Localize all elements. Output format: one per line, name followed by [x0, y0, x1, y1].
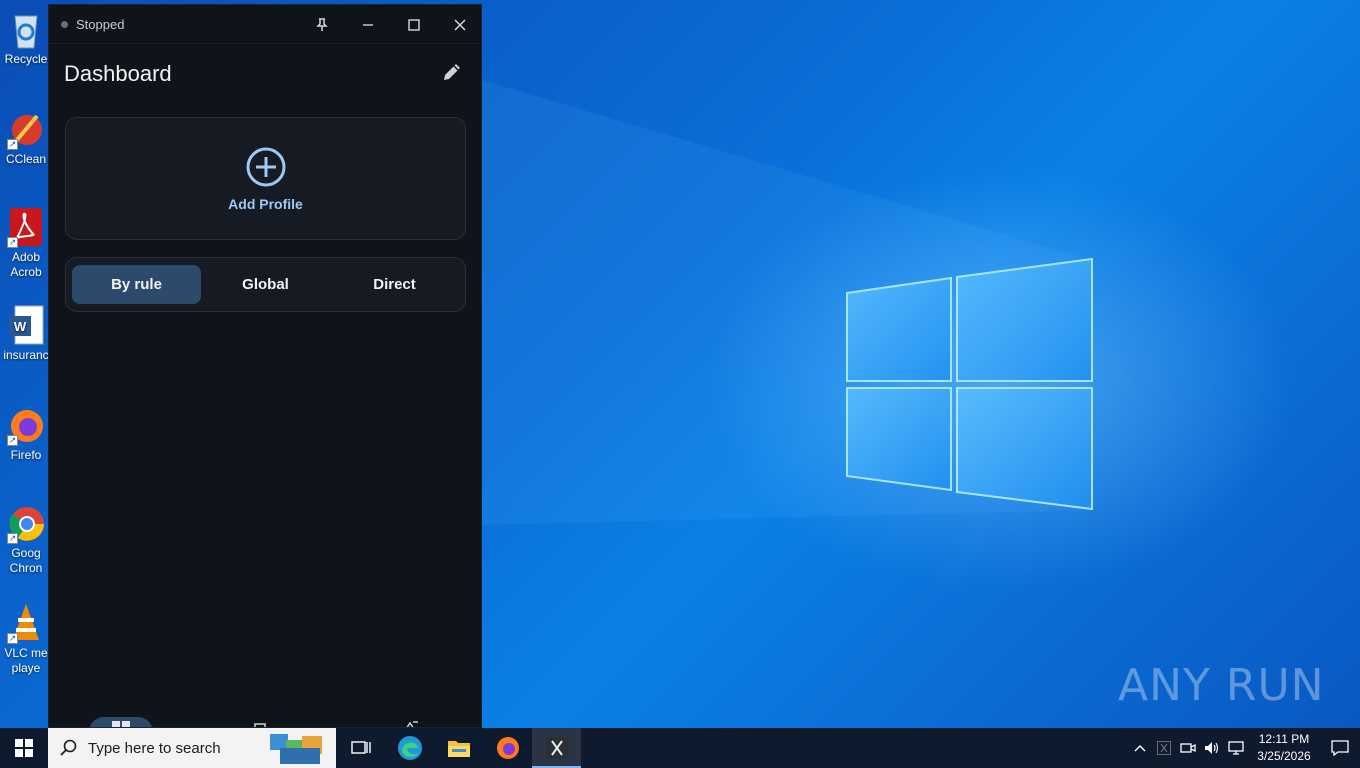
status-dot-icon — [61, 20, 68, 28]
windows-logo-icon — [15, 739, 33, 757]
search-icon — [60, 739, 77, 756]
title-bar[interactable]: Stopped — [49, 5, 481, 44]
minimize-button[interactable] — [345, 5, 391, 44]
taskbar-search-box[interactable]: Type here to search — [48, 728, 336, 768]
proxy-mode-selector: By rule Global Direct — [65, 257, 466, 312]
shortcut-arrow-icon: ↗ — [7, 633, 18, 644]
desktop-icon-vlc[interactable]: ↗ VLC me playe — [0, 598, 52, 688]
word-document-icon: W — [7, 304, 45, 346]
pin-icon — [316, 17, 328, 31]
system-tray: 12:11 PM 3/25/2026 — [1128, 728, 1360, 768]
minimize-icon — [363, 23, 373, 26]
settings-icon — [406, 721, 418, 727]
x-app-tray-icon — [1157, 741, 1171, 755]
taskbar-firefox[interactable] — [483, 728, 532, 768]
nav-item-settings[interactable] — [404, 720, 420, 727]
shortcut-arrow-icon: ↗ — [7, 139, 18, 150]
mode-global[interactable]: Global — [201, 265, 330, 304]
taskbar-file-explorer[interactable] — [434, 728, 483, 768]
close-button[interactable] — [437, 5, 481, 44]
mode-direct[interactable]: Direct — [330, 265, 459, 304]
tray-network[interactable] — [1224, 728, 1248, 768]
notification-icon — [1331, 740, 1349, 756]
firefox-icon — [496, 737, 519, 759]
page-title: Dashboard — [64, 61, 172, 86]
clock-time: 12:11 PM — [1258, 732, 1310, 746]
tray-meet-now[interactable] — [1176, 728, 1200, 768]
app-window: Stopped Dashboard Add Profile By rule Gl… — [48, 4, 482, 728]
vlc-icon: ↗ — [7, 602, 45, 644]
shortcut-arrow-icon: ↗ — [7, 435, 18, 446]
pin-button[interactable] — [299, 5, 345, 44]
connection-status: Stopped — [76, 16, 125, 32]
desktop-icon-adobe-acrobat[interactable]: ↗ Adob Acrob — [0, 202, 52, 292]
add-profile-label: Add Profile — [228, 195, 303, 212]
nav-item-proxies[interactable] — [254, 720, 270, 727]
desktop-icon-firefox[interactable]: ↗ Firefo — [0, 400, 52, 490]
anyrun-watermark: ANY RUN — [1118, 660, 1325, 711]
dashboard-icon — [112, 721, 130, 727]
pencil-icon — [444, 64, 460, 80]
taskbar: Type here to search 12:11 PM 3/25/2026 — [0, 728, 1360, 768]
volume-icon — [1205, 742, 1219, 754]
action-center-button[interactable] — [1320, 728, 1360, 768]
desktop-icon-word-document[interactable]: W insuranc — [0, 300, 52, 390]
tray-x-app[interactable] — [1152, 728, 1176, 768]
taskbar-clock[interactable]: 12:11 PM 3/25/2026 — [1248, 731, 1320, 765]
shortcut-arrow-icon: ↗ — [7, 237, 18, 248]
maximize-icon — [408, 18, 420, 31]
close-icon — [454, 18, 466, 31]
recycle-bin-icon — [7, 8, 45, 50]
taskbar-task-view[interactable] — [336, 728, 385, 768]
search-highlight-icon — [270, 734, 322, 764]
add-circle-icon — [246, 147, 285, 186]
desktop-icon-ccleaner[interactable]: ↗ CClean — [0, 104, 52, 194]
bottom-navigation — [49, 701, 481, 727]
desktop-icon-chrome[interactable]: ↗ Goog Chron — [0, 498, 52, 588]
tray-volume[interactable] — [1200, 728, 1224, 768]
svg-text:W: W — [14, 319, 27, 334]
desktop-icon-recycle-bin[interactable]: Recycle — [0, 4, 52, 94]
shortcut-arrow-icon: ↗ — [7, 533, 18, 544]
nav-item-dashboard[interactable] — [89, 717, 153, 727]
show-hidden-icons-button[interactable] — [1128, 728, 1152, 768]
task-view-icon — [350, 741, 371, 754]
mode-by-rule[interactable]: By rule — [72, 265, 201, 304]
search-placeholder: Type here to search — [88, 739, 221, 757]
edge-icon — [397, 736, 422, 760]
chrome-icon: ↗ — [7, 502, 45, 544]
start-button[interactable] — [0, 728, 48, 768]
add-profile-card[interactable]: Add Profile — [65, 117, 466, 240]
camera-icon — [1180, 743, 1196, 753]
ccleaner-icon: ↗ — [7, 108, 45, 150]
chevron-up-icon — [1134, 745, 1146, 752]
taskbar-x-app[interactable] — [532, 728, 581, 768]
taskbar-edge[interactable] — [385, 728, 434, 768]
firefox-icon: ↗ — [7, 404, 45, 446]
file-explorer-icon — [447, 741, 470, 757]
x-app-icon — [545, 737, 568, 759]
adobe-acrobat-icon: ↗ — [7, 206, 45, 248]
maximize-button[interactable] — [391, 5, 437, 44]
edit-button[interactable] — [441, 61, 465, 85]
clock-date: 3/25/2026 — [1257, 749, 1311, 763]
network-icon — [1228, 741, 1244, 755]
